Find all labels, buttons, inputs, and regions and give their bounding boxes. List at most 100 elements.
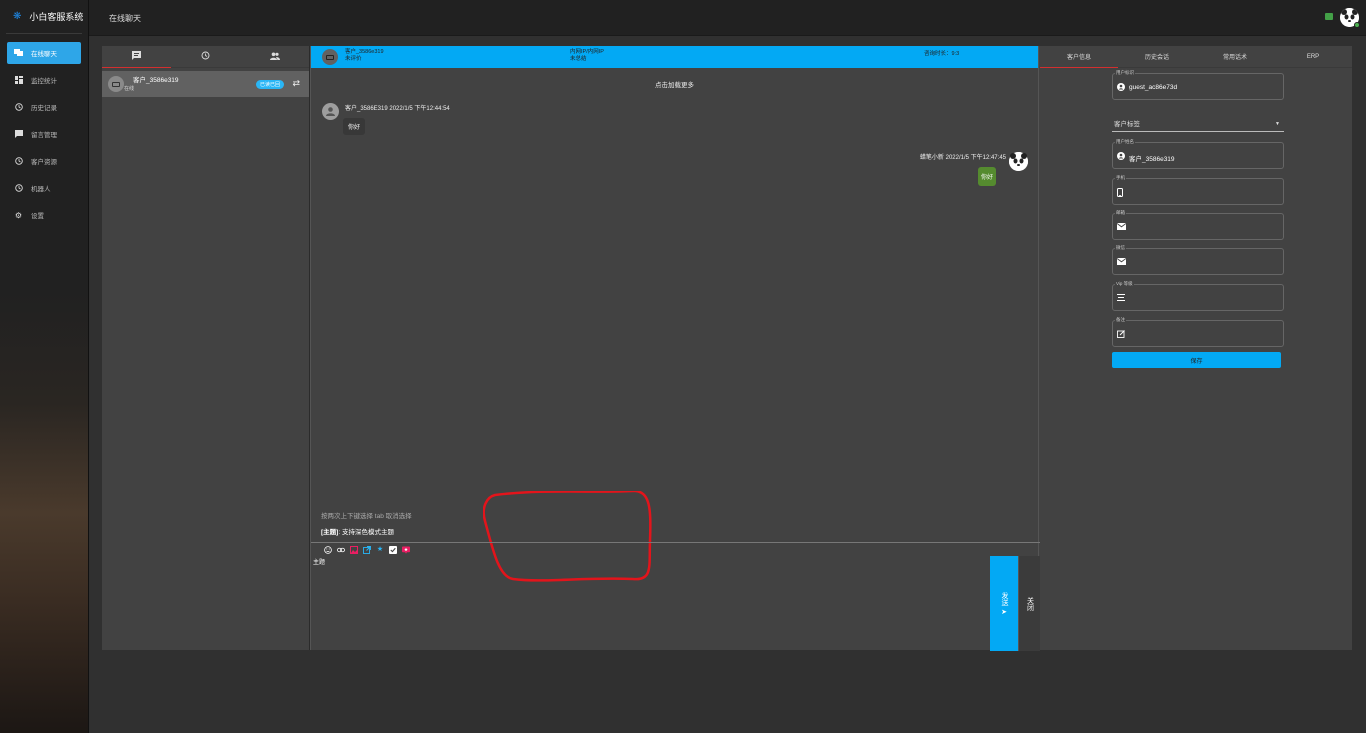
gear-icon: ⚙	[14, 210, 23, 220]
editor-toolbar: ★	[324, 546, 410, 554]
email-field[interactable]: 邮箱	[1112, 210, 1284, 240]
sidebar-item-label: 留言管理	[31, 132, 57, 139]
logo-icon: ❋	[13, 10, 22, 22]
top-bar: 在线聊天	[89, 0, 1366, 36]
suggestion-hint: 按两次上下键选择 tab 取消选择	[321, 513, 412, 520]
sidebar-item-robot[interactable]: 机器人	[7, 177, 81, 199]
rate-icon[interactable]	[402, 546, 410, 554]
send-button[interactable]: 发送 ➤	[990, 556, 1018, 651]
account-icon	[1117, 83, 1125, 93]
open-external-icon[interactable]	[363, 546, 371, 554]
sidebar-item-online-chat[interactable]: 在线聊天	[7, 42, 81, 64]
message-input[interactable]: 主题	[313, 557, 325, 566]
sidebar-item-messages[interactable]: 留言管理	[7, 123, 81, 145]
message-editor: ★ 主题 发送 ➤ 关闭	[311, 542, 1040, 651]
suggestion-item[interactable]: [主题]: 支持深色模式主题	[321, 526, 394, 536]
sidebar-item-label: 历史记录	[31, 105, 57, 112]
tab-colleagues[interactable]	[240, 46, 309, 67]
vip-level-field[interactable]: Vip 等级	[1112, 281, 1284, 311]
tab-history-sessions[interactable]	[171, 46, 240, 67]
network-info: 内网IP/内网IP	[570, 49, 604, 55]
close-session-button[interactable]: 关闭	[1018, 556, 1040, 651]
vip-icon	[1117, 294, 1125, 303]
image-icon[interactable]	[350, 546, 358, 554]
field-label: Vip 等级	[1115, 281, 1134, 287]
session-panel: 客户_3586e319 在线 已读已回 ⇄	[102, 46, 310, 650]
field-value: 客户_3586e319	[1129, 156, 1175, 163]
transfer-icon[interactable]: ⇄	[292, 78, 300, 89]
field-label: 微信	[1115, 245, 1126, 251]
sidebar: ❋ 小白客服系统 在线聊天 监控统计 历史记录 留言管理 客户资源 机器人 ⚙ …	[0, 0, 89, 733]
sidebar-item-settings[interactable]: ⚙ 设置	[7, 204, 81, 226]
tab-common-phrases[interactable]: 常用话术	[1196, 46, 1274, 67]
star-icon[interactable]: ★	[376, 546, 384, 554]
field-label: 邮箱	[1115, 210, 1126, 216]
phone-field[interactable]: 手机	[1112, 175, 1284, 205]
mail-icon	[1116, 258, 1127, 267]
dashboard-icon	[14, 76, 23, 85]
session-tabs	[102, 46, 309, 68]
user-name-field[interactable]: 用户姓名 客户_3586e319	[1112, 139, 1284, 169]
user-id-field[interactable]: 用户标识 guest_ac86e73d	[1112, 70, 1284, 100]
customer-info-panel: 客户信息 历史会话 常用话术 ERP 用户标识 guest_ac86e73d 客…	[1040, 46, 1352, 650]
chat-header-network: 内网IP/内网IP 未总结	[570, 49, 604, 63]
brand: ❋ 小白客服系统	[6, 0, 83, 34]
phone-icon	[1117, 188, 1123, 199]
sidebar-item-customers[interactable]: 客户资源	[7, 150, 81, 172]
suggestion-text: : 支持深色模式主题	[338, 529, 394, 536]
tab-customer-info[interactable]: 客户信息	[1040, 46, 1118, 68]
message-sender: 客户_3586E319	[345, 106, 388, 112]
customer-avatar	[322, 49, 338, 65]
customer-tag-select[interactable]: 客户标签 ▼	[1112, 115, 1284, 132]
message-meta: 客户_3586E319 2022/1/5 下午12:44:54	[345, 103, 450, 112]
chat-icon	[14, 49, 23, 58]
sidebar-item-label: 机器人	[31, 186, 51, 193]
tab-current-sessions[interactable]	[102, 46, 171, 68]
link-icon[interactable]	[337, 546, 345, 554]
main-panel: 客户_3586e319 在线 已读已回 ⇄ 客户_3586e319 未评价 内网…	[102, 46, 1352, 651]
sidebar-item-label: 客户资源	[31, 159, 57, 166]
message-incoming: 客户_3586E319 2022/1/5 下午12:44:54 你好	[322, 103, 450, 135]
group-icon	[269, 52, 280, 62]
message-outgoing: 蜡笔小新 2022/1/5 下午12:47:45 你好	[920, 152, 1028, 186]
field-value: guest_ac86e73d	[1129, 84, 1178, 91]
save-button[interactable]: 保存	[1112, 352, 1281, 368]
online-status-dot	[1354, 22, 1360, 28]
load-more-link[interactable]: 点击加载更多	[311, 79, 1038, 89]
clock-icon	[14, 184, 23, 193]
emoji-icon[interactable]	[324, 546, 332, 554]
message-bubble: 你好	[343, 118, 366, 135]
clock-icon	[14, 103, 23, 112]
close-button-label: 关闭	[1026, 596, 1034, 611]
send-button-label: 发送	[1001, 591, 1008, 606]
field-label: 用户姓名	[1115, 139, 1135, 145]
checkbox-icon[interactable]	[389, 546, 397, 554]
field-label: 用户标识	[1115, 70, 1135, 76]
tab-history-sessions[interactable]: 历史会话	[1118, 46, 1196, 67]
account-icon	[1117, 152, 1125, 162]
chat-icon	[132, 51, 141, 62]
tab-erp[interactable]: ERP	[1274, 46, 1352, 67]
sidebar-item-history[interactable]: 历史记录	[7, 96, 81, 118]
message-meta: 蜡笔小新 2022/1/5 下午12:47:45	[920, 152, 1006, 161]
consult-duration: 咨询时长：9:3	[924, 51, 960, 57]
wechat-field[interactable]: 微信	[1112, 245, 1284, 275]
session-item[interactable]: 客户_3586e319 在线 已读已回 ⇄	[102, 71, 309, 97]
select-placeholder: 客户标签	[1114, 121, 1140, 128]
mail-icon	[1116, 223, 1127, 232]
evaluation-status: 未评价	[345, 56, 362, 62]
agent-avatar	[1009, 152, 1028, 171]
message-sender: 蜡笔小新	[919, 155, 944, 161]
note-field[interactable]: 备注	[1112, 317, 1284, 347]
session-name: 客户_3586e319	[133, 76, 179, 84]
message-time: 2022/1/5 下午12:44:54	[389, 106, 450, 112]
chevron-down-icon: ▼	[1275, 121, 1280, 127]
sidebar-item-label: 在线聊天	[31, 51, 57, 58]
notification-chat-icon[interactable]	[1325, 13, 1333, 20]
session-badge: 已读已回	[255, 80, 284, 89]
session-status: 在线	[124, 85, 135, 92]
suggestion-tag: [主题]	[321, 529, 339, 536]
browser-icon	[326, 54, 334, 60]
sidebar-item-monitor[interactable]: 监控统计	[7, 69, 81, 91]
summary-status: 未总结	[570, 56, 587, 62]
